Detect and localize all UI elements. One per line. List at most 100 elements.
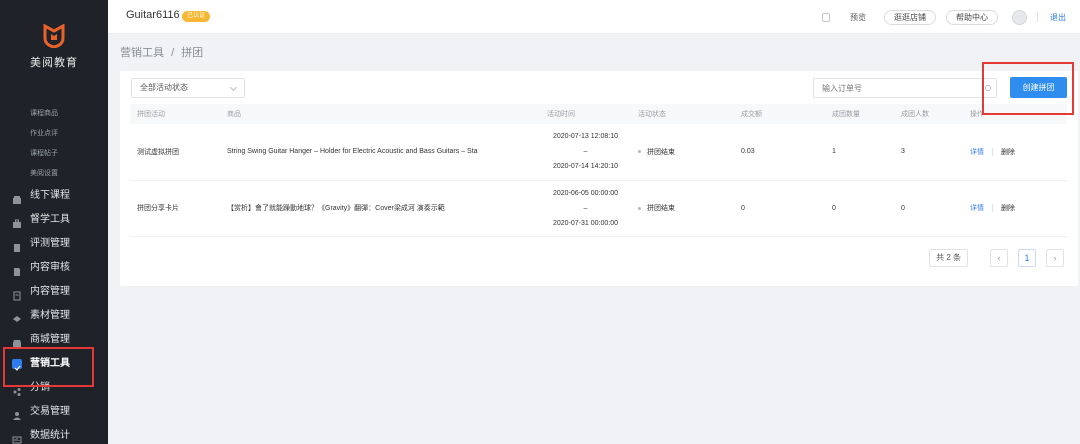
column-header: 活动时间 <box>540 104 631 124</box>
status-dot-icon <box>638 150 641 154</box>
sidebar-nav: 线下课程 督学工具 评测管理 内容审核 内容管理 素材管理 商城管理 营销工具 <box>0 184 108 444</box>
search-icon[interactable] <box>985 85 991 91</box>
brand-mark-icon <box>40 24 68 48</box>
sidebar: 美阅教育 课程商品 作业点评 课程帖子 美阅设置 线下课程 督学工具 评测管理 … <box>0 0 108 444</box>
preview-link[interactable]: 预览 <box>850 12 866 23</box>
next-page-button[interactable]: › <box>1046 249 1064 267</box>
sidebar-item-evaluation[interactable]: 评测管理 <box>0 232 108 256</box>
order-search <box>813 78 997 98</box>
subnav-item-course-products[interactable]: 课程商品 <box>0 104 108 124</box>
delete-link[interactable]: 删除 <box>1001 149 1015 156</box>
product-name: String Swing Guitar Hanger – Holder for … <box>220 124 540 181</box>
visit-store-button[interactable]: 逛逛店铺 <box>884 9 936 25</box>
brand-logo[interactable]: 美阅教育 <box>0 24 108 70</box>
detail-link[interactable]: 详情 <box>970 205 984 212</box>
order-search-input[interactable] <box>814 79 974 97</box>
sidebar-item-label: 评测管理 <box>30 238 70 249</box>
clipboard-icon <box>12 239 22 252</box>
breadcrumb-current: 拼团 <box>181 47 204 59</box>
logout-link[interactable]: 退出 <box>1050 12 1066 23</box>
sidebar-item-label: 商城管理 <box>30 334 70 345</box>
group-people: 0 <box>894 180 963 237</box>
status-filter-select[interactable]: 全部活动状态 <box>131 78 245 98</box>
activity-name: 拼团分享卡片 <box>130 180 220 237</box>
subnav-item-settings[interactable]: 美阅设置 <box>0 164 108 184</box>
row-actions: 详情 删除 <box>963 180 1067 237</box>
subnav-item-course-posts[interactable]: 课程帖子 <box>0 144 108 164</box>
group-count: 1 <box>825 124 894 181</box>
create-group-buy-button[interactable]: 创建拼团 <box>1010 77 1067 98</box>
table-header-row: 拼团活动 商品 活动时间 活动状态 成交额 成团数量 成团人数 操作 <box>130 104 1067 124</box>
subnav-item-homework-review[interactable]: 作业点评 <box>0 124 108 144</box>
shop-name[interactable]: Guitar6116 <box>126 9 180 21</box>
column-header: 拼团活动 <box>130 104 220 124</box>
status-filter-value: 全部活动状态 <box>140 83 188 92</box>
sidebar-item-offline-courses[interactable]: 线下课程 <box>0 184 108 208</box>
building-icon <box>12 191 22 204</box>
deal-amount: 0 <box>734 180 825 237</box>
activity-name: 测试虚拟拼团 <box>130 124 220 181</box>
breadcrumb-parent[interactable]: 营销工具 <box>120 47 164 59</box>
sidebar-item-distribution[interactable]: 分销 <box>0 376 108 400</box>
group-count: 0 <box>825 180 894 237</box>
table-row: 测试虚拟拼团 String Swing Guitar Hanger – Hold… <box>130 124 1067 181</box>
group-buy-table: 拼团活动 商品 活动时间 活动状态 成交额 成团数量 成团人数 操作 测试虚拟拼… <box>130 104 1067 237</box>
row-actions: 详情 删除 <box>963 124 1067 181</box>
column-header: 活动状态 <box>631 104 734 124</box>
page-button[interactable]: 1 <box>1018 249 1036 267</box>
avatar[interactable] <box>1012 9 1027 25</box>
share-icon <box>12 383 22 396</box>
sidebar-item-content-review[interactable]: 内容审核 <box>0 256 108 280</box>
sidebar-item-mall[interactable]: 商城管理 <box>0 328 108 352</box>
group-people: 3 <box>894 124 963 181</box>
start-time: 2020-06-05 00:00:00 <box>553 189 618 197</box>
activity-time: 2020-06-05 00:00:00 – 2020-07-31 00:00:0… <box>540 180 631 237</box>
detail-link[interactable]: 详情 <box>970 149 984 156</box>
activity-time: 2020-07-13 12:08:10 – 2020-07-14 14:20:1… <box>540 124 631 181</box>
person-icon <box>12 407 22 420</box>
sidebar-item-label: 分销 <box>30 382 50 393</box>
table-row: 拼团分享卡片 【赏析】會了就能躁動地球？《Gravity》翻彈：Cover梁成河… <box>130 180 1067 237</box>
pagination: 共 2 条 ‹ 1 › <box>929 249 1064 267</box>
time-dash: – <box>583 204 588 212</box>
sidebar-item-supervision-tools[interactable]: 督学工具 <box>0 208 108 232</box>
sidebar-item-label: 营销工具 <box>30 358 70 369</box>
status-label: 拼团结束 <box>647 205 675 212</box>
help-center-button[interactable]: 帮助中心 <box>946 9 998 25</box>
prev-page-button[interactable]: ‹ <box>990 249 1008 267</box>
start-time: 2020-07-13 12:08:10 <box>553 133 618 141</box>
pagination-total: 共 2 条 <box>929 249 968 267</box>
delete-link[interactable]: 删除 <box>1001 205 1015 212</box>
sidebar-item-label: 数据统计 <box>30 430 70 441</box>
top-header: Guitar6116 已认证 预览 逛逛店铺 帮助中心 退出 <box>108 0 1080 34</box>
sidebar-subnav: 课程商品 作业点评 课程帖子 美阅设置 <box>0 104 108 184</box>
document-icon <box>12 263 22 276</box>
activity-status: 拼团结束 <box>631 180 734 237</box>
verified-badge: 已认证 <box>182 11 211 22</box>
chart-icon <box>12 431 22 444</box>
column-header: 操作 <box>963 104 1067 124</box>
sidebar-item-label: 交易管理 <box>30 406 70 417</box>
status-label: 拼团结束 <box>647 148 675 156</box>
column-header: 成团数量 <box>825 104 894 124</box>
sidebar-item-statistics[interactable]: 数据统计 <box>0 424 108 444</box>
group-buy-panel: 全部活动状态 创建拼团 拼团活动 商品 活动时间 活动状态 成交额 成团数量 成… <box>120 71 1078 286</box>
sidebar-item-transactions[interactable]: 交易管理 <box>0 400 108 424</box>
file-icon <box>12 287 22 301</box>
column-header: 成团人数 <box>894 104 963 124</box>
top-actions: 预览 逛逛店铺 帮助中心 退出 <box>822 0 1080 34</box>
status-dot-icon <box>638 206 641 210</box>
activity-status: 拼团结束 <box>631 124 734 181</box>
breadcrumb: 营销工具 / 拼团 <box>120 44 203 60</box>
sidebar-item-marketing-tools[interactable]: 营销工具 <box>0 352 108 376</box>
chevron-down-icon <box>229 83 238 92</box>
sidebar-item-materials[interactable]: 素材管理 <box>0 304 108 328</box>
breadcrumb-separator: / <box>171 47 175 59</box>
notification-icon[interactable] <box>822 12 830 22</box>
column-header: 商品 <box>220 104 540 124</box>
marketing-icon <box>12 359 22 371</box>
action-divider <box>992 147 993 156</box>
sidebar-item-content-management[interactable]: 内容管理 <box>0 280 108 304</box>
time-dash: – <box>583 148 588 156</box>
sidebar-item-label: 督学工具 <box>30 214 70 225</box>
